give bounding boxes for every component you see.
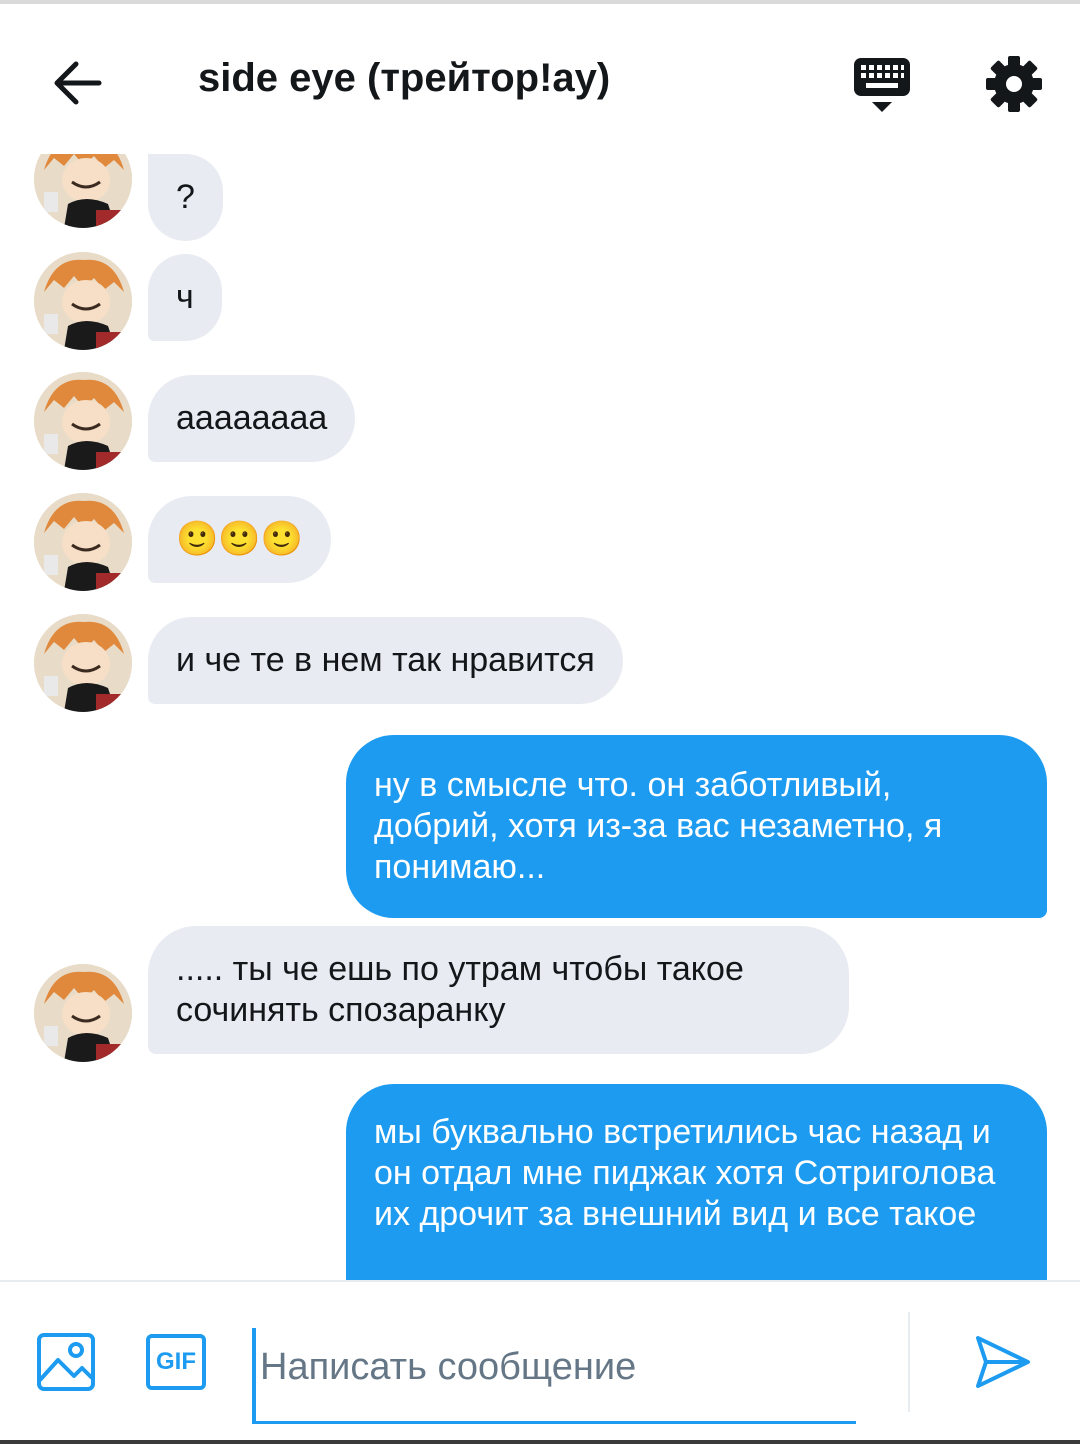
composer-divider xyxy=(908,1312,910,1412)
avatar[interactable] xyxy=(34,614,132,712)
outgoing-message-bubble[interactable]: ну в смысле что. он заботливый, добрий, … xyxy=(346,735,1047,918)
keyboard-icon xyxy=(854,58,910,112)
screen-edge xyxy=(0,1440,1080,1444)
outgoing-message-bubble[interactable]: мы буквально встретились час назад и он … xyxy=(346,1084,1047,1280)
incoming-message-bubble[interactable]: и че те в нем так нравится xyxy=(148,617,623,704)
avatar[interactable] xyxy=(34,252,132,350)
incoming-message-bubble[interactable]: ..... ты че ешь по утрам чтобы такое соч… xyxy=(148,926,849,1054)
arrow-left-icon xyxy=(54,61,102,105)
chat-header: side eye (трейтор!ay) xyxy=(0,4,1080,154)
incoming-message-bubble[interactable]: 🙂🙂🙂 xyxy=(148,496,332,583)
send-button[interactable] xyxy=(972,1332,1032,1392)
image-icon xyxy=(37,1333,95,1391)
avatar[interactable] xyxy=(34,154,132,228)
conversation-title[interactable]: side eye (трейтор!ay) xyxy=(198,56,610,101)
settings-button[interactable] xyxy=(980,50,1048,118)
incoming-message-bubble[interactable]: ? xyxy=(148,154,223,241)
gear-icon xyxy=(986,56,1042,112)
message-input[interactable] xyxy=(252,1328,856,1424)
avatar[interactable] xyxy=(34,372,132,470)
incoming-message-bubble[interactable]: ч xyxy=(148,254,222,341)
incoming-message-bubble[interactable]: ааааааaа xyxy=(148,375,356,462)
message-composer: GIF xyxy=(0,1280,1080,1444)
avatar[interactable] xyxy=(34,964,132,1062)
add-image-button[interactable] xyxy=(36,1332,96,1392)
avatar[interactable] xyxy=(34,493,132,591)
message-list[interactable]: ? ч ааааааaа 🙂🙂🙂 и че те в нем так нрави… xyxy=(0,154,1080,1280)
back-button[interactable] xyxy=(40,50,114,116)
add-gif-button[interactable]: GIF xyxy=(146,1334,206,1390)
keyboard-toggle-button[interactable] xyxy=(848,52,916,116)
send-icon xyxy=(976,1336,1030,1388)
